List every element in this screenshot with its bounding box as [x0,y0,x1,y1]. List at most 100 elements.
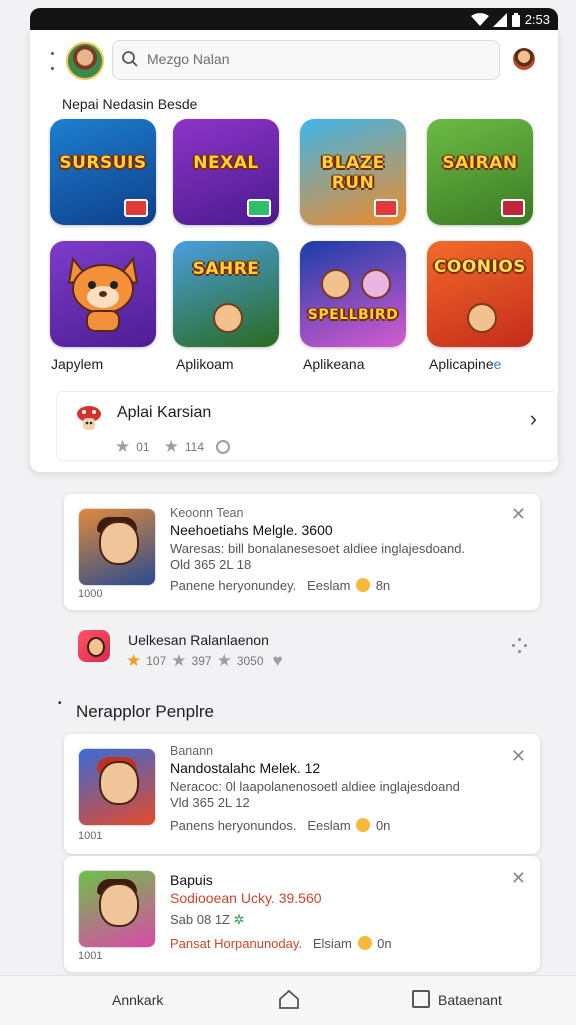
card-title[interactable]: Sodiooean Ucky. 39.560 [170,890,322,906]
app-logo: BLAZE RUN [321,153,385,193]
wifi-icon [470,12,489,26]
app-logo: SURSUIS [59,153,147,173]
game-character-icon [467,303,497,333]
star-icon: ★ [216,651,232,670]
nav-item-right[interactable]: Bataenant [438,992,502,1008]
featured-ratings: ★ 01 ★ 114 [115,438,230,455]
square-icon[interactable] [412,990,430,1008]
close-icon[interactable]: ✕ [511,746,526,767]
footer-author: Elsiam [312,936,352,951]
bullet-icon: • [58,698,62,709]
card-subtitle: Bapuis [170,872,213,888]
section-title: Nepai Nedasin Besde [62,96,198,112]
card-caption: 1001 [78,830,103,842]
star-icon: ★ [171,651,187,670]
app-icon [78,630,110,662]
row-title[interactable]: Uelkesan Ralanlaenon [128,632,269,648]
app-logo: SAHRE [192,259,260,279]
close-icon[interactable]: ✕ [511,504,526,525]
app-card-1[interactable]: 1000 Keoonn Tean Neehoetiahs Melgle. 360… [64,494,540,610]
account-avatar[interactable] [513,48,535,70]
card-title[interactable]: Neehoetiahs Melgle. 3600 [170,522,333,538]
star-icon: ★ [163,437,179,456]
app-card-2[interactable]: 1001 Banann Nandostalahc Melek. 12 Nerac… [64,734,540,854]
app-label-4[interactable]: Aplicapinee [429,356,501,372]
footer-author: Eeslam [307,578,351,593]
app-label-1[interactable]: Japylem [51,356,103,372]
app-store-panel: Mezgo Nalan Nepai Nedasin Besde SURSUIS … [30,30,558,472]
card-meta: Vld 365 2L 12 [170,795,250,810]
card-footer: Panene heryonundey. Eeslam 8n [170,578,390,593]
card-title[interactable]: Nandostalahc Melek. 12 [170,760,320,776]
app-tile-2[interactable]: NEXAL [173,119,279,225]
app-label-4-text: Aplicapine [429,356,494,372]
app-badge [501,199,525,217]
chevron-right-icon[interactable]: › [530,406,537,432]
app-tile-5[interactable] [50,241,156,347]
character-face-icon [99,761,139,805]
app-badge [374,199,398,217]
search-placeholder[interactable]: Mezgo Nalan [147,51,230,67]
app-thumbnail [78,748,156,826]
app-tile-3[interactable]: BLAZE RUN [300,119,406,225]
app-logo: SPELLBIRD [307,307,399,323]
star-icon: ★ [126,651,142,670]
card-meta: Old 365 2L 18 [170,557,252,572]
search-bar[interactable]: Mezgo Nalan [112,40,500,80]
app-label-2[interactable]: Aplikoam [176,356,234,372]
status-bar: 2:53 [30,8,558,32]
rating-3: 3050 [236,653,264,668]
card-footer: Panens heryonundos. Eeslam 0n [170,818,390,833]
app-logo: SAIRAN [442,153,518,173]
star-icon: ★ [115,437,131,456]
footer-text: Panene heryonundey. [170,578,297,593]
app-thumbnail [78,508,156,586]
emoji-icon [356,818,371,832]
nav-item-left[interactable]: Annkark [112,992,163,1008]
featured-app-row[interactable]: Aplai Karsian ★ 01 ★ 114 › [56,391,558,461]
home-icon[interactable] [278,988,300,1010]
app-tile-7[interactable]: SPELLBIRD [300,241,406,347]
app-tile-8[interactable]: COONIOS [427,241,533,347]
app-logo: NEXAL [193,153,259,173]
card-meta: Sab 08 1Z ✲ [170,912,245,928]
app-tile-6[interactable]: SAHRE [173,241,279,347]
status-time: 2:53 [524,12,550,27]
character-face-icon [99,521,139,565]
menu-dots-icon[interactable] [49,52,55,70]
card-description: Waresas: bill bonalanesesoet aldiee ingl… [170,541,466,556]
app-list-row[interactable]: Uelkesan Ralanlaenon ★ 107 ★ 397 ★ 3050 … [64,624,540,672]
rating-value: 01 [136,439,150,454]
game-character-icon [213,303,243,333]
app-logo: COONIOS [433,257,527,277]
footer-author: Eeslam [307,818,351,833]
section-heading-text: Nerapplor Penplre [76,702,214,721]
more-options-icon[interactable] [512,638,528,654]
heart-icon[interactable]: ♥ [273,652,283,669]
game-character-icon [321,269,351,299]
footer-time: 0n [375,818,391,833]
profile-avatar[interactable] [66,42,104,80]
card-meta-text: Sab 08 1Z [170,912,230,927]
clock-icon [216,439,230,454]
footer-text: Pansat Horpanunoday. [170,936,303,951]
card-caption: 1001 [78,950,103,962]
app-tile-4[interactable]: SAIRAN [427,119,533,225]
card-subtitle: Keoonn Tean [170,506,244,520]
app-tile-1[interactable]: SURSUIS [50,119,156,225]
emoji-icon [357,936,372,950]
footer-time: 0n [377,936,392,951]
close-icon[interactable]: ✕ [511,868,526,889]
card-subtitle: Banann [170,744,214,758]
signal-icon [492,12,507,27]
rating-2: 397 [191,653,212,668]
character-face-icon [99,883,139,927]
game-character-icon [361,269,391,299]
sparkle-icon: ✲ [233,912,245,927]
section-heading: • Nerapplor Penplre [58,698,214,722]
bottom-navigation: Annkark Bataenant [0,975,576,1025]
featured-app-title[interactable]: Aplai Karsian [117,404,211,422]
app-card-3[interactable]: 1001 Bapuis Sodiooean Ucky. 39.560 Sab 0… [64,856,540,972]
mushroom-character-icon [77,406,101,430]
app-label-3[interactable]: Aplikeana [303,356,365,372]
